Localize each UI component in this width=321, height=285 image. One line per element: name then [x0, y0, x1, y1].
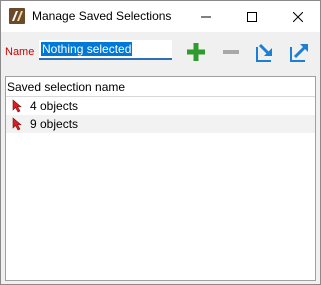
add-selection-button[interactable]	[185, 41, 207, 63]
close-icon	[293, 11, 303, 22]
title-bar[interactable]: Manage Saved Selections	[1, 1, 320, 32]
add-icon	[187, 43, 205, 61]
name-input-value: Nothing selected	[41, 42, 133, 56]
export-icon	[290, 44, 308, 62]
minimize-button[interactable]	[183, 1, 229, 32]
close-button[interactable]	[275, 1, 320, 32]
export-selection-button[interactable]	[289, 41, 311, 63]
list-item[interactable]: 9 objects	[6, 115, 315, 133]
name-label: Name	[5, 46, 35, 58]
saved-selections-list[interactable]: Saved selection name 4 objects 9 objects	[5, 76, 316, 281]
remove-icon	[223, 50, 239, 54]
name-input[interactable]: Nothing selected	[39, 40, 172, 60]
name-toolbar: Name Nothing selected	[1, 32, 320, 72]
list-item-label: 9 objects	[30, 117, 79, 131]
selection-cursor-icon	[12, 99, 22, 113]
remove-selection-button[interactable]	[220, 41, 242, 63]
selection-cursor-icon	[12, 117, 22, 131]
app-icon	[9, 8, 25, 24]
column-header-label: Saved selection name	[7, 80, 126, 94]
manage-saved-selections-window: Manage Saved Selections Name Nothing sel…	[0, 0, 321, 285]
maximize-icon	[247, 11, 257, 22]
import-icon	[256, 43, 272, 62]
maximize-button[interactable]	[229, 1, 275, 32]
window-title: Manage Saved Selections	[32, 9, 172, 23]
list-item-label: 4 objects	[30, 99, 79, 113]
list-item[interactable]: 4 objects	[6, 97, 315, 115]
minimize-icon	[201, 16, 211, 17]
column-header[interactable]: Saved selection name	[6, 77, 315, 97]
import-selection-button[interactable]	[255, 41, 277, 63]
